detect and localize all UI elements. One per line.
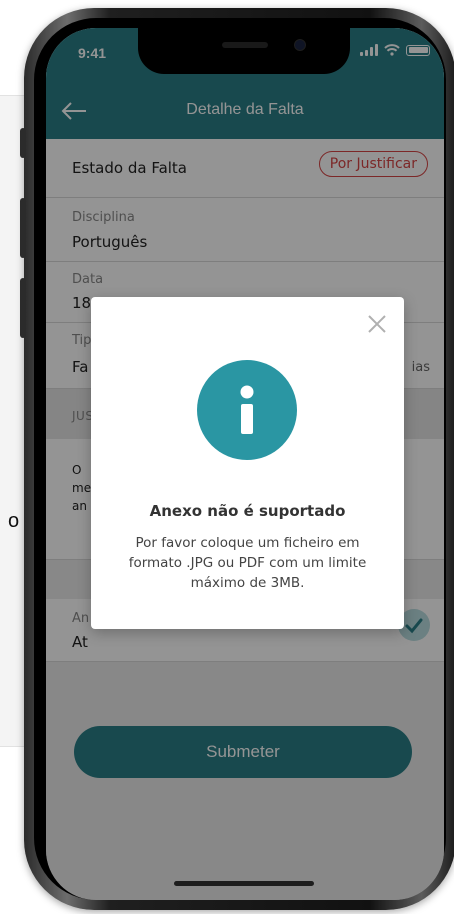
dialog-title: Anexo não é suportado [149, 502, 346, 520]
close-icon[interactable] [366, 313, 388, 335]
background-text-fragment: o [8, 510, 20, 532]
dialog-message: Por favor coloque um ficheiro em formato… [128, 535, 367, 591]
info-icon [197, 360, 297, 460]
mute-switch [20, 128, 26, 158]
volume-down-button [20, 278, 26, 338]
phone-screen: 9:41 Detalhe da Falta Estado da Falta Po… [46, 28, 444, 900]
error-dialog: Anexo não é suportado Por favor coloque … [91, 297, 404, 629]
volume-up-button [20, 198, 26, 258]
